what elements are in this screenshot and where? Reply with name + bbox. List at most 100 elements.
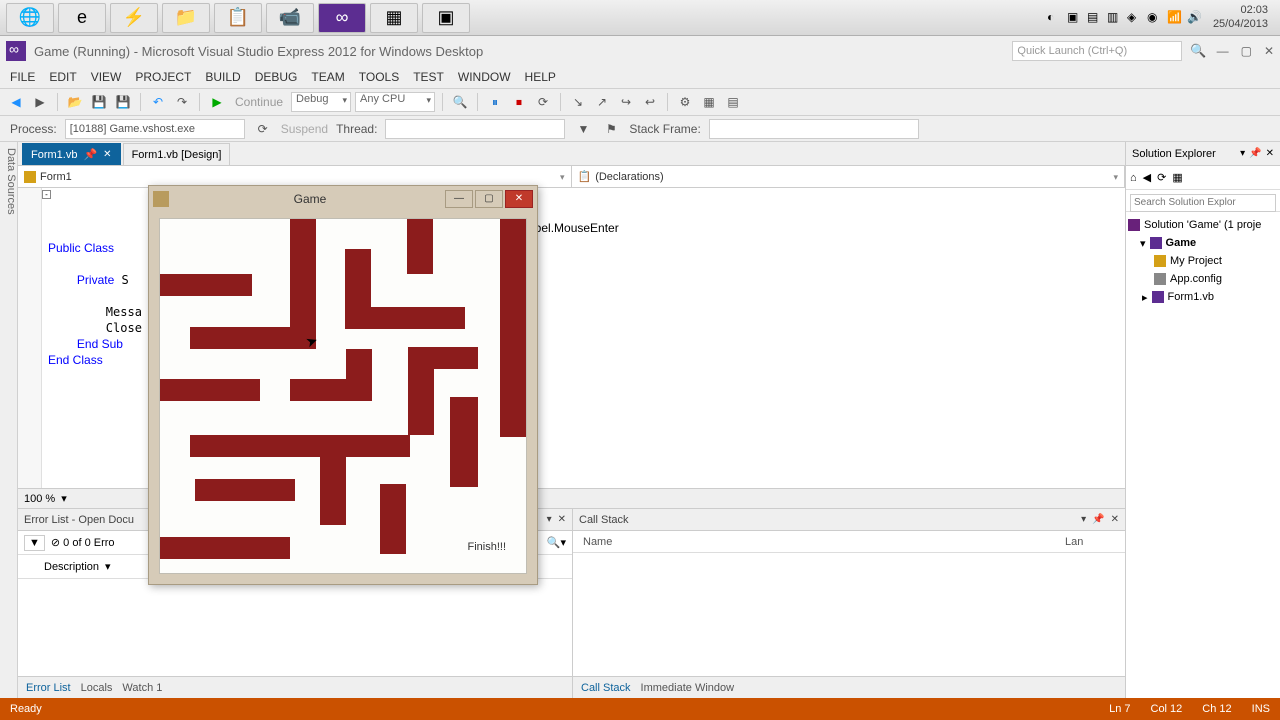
tray-clock[interactable]: 02:03 25/04/2013: [1213, 4, 1268, 30]
maze-wall[interactable]: [195, 479, 295, 501]
step-icon[interactable]: ↘: [568, 92, 588, 112]
tray-icon[interactable]: ▤: [1087, 10, 1103, 26]
tab-immediate[interactable]: Immediate Window: [641, 682, 735, 694]
close-icon[interactable]: ✕: [558, 514, 566, 525]
tray-icon[interactable]: ▥: [1107, 10, 1123, 26]
flag-icon[interactable]: ⚑: [601, 119, 621, 139]
expand-icon[interactable]: ▸: [1142, 291, 1148, 304]
platform-combo[interactable]: Any CPU: [355, 92, 435, 112]
minimize-button[interactable]: —: [445, 190, 473, 208]
taskbar-notes-icon[interactable]: 📋: [214, 3, 262, 33]
dropdown-icon[interactable]: ▾: [547, 514, 552, 525]
maze-wall[interactable]: [500, 219, 526, 437]
class-combo-left[interactable]: Form1: [18, 166, 572, 187]
taskbar-chrome-icon[interactable]: 🌐: [6, 3, 54, 33]
process-combo[interactable]: [10188] Game.vshost.exe: [65, 119, 245, 139]
restart-icon[interactable]: ⟳: [533, 92, 553, 112]
game-titlebar[interactable]: Game — ▢ ✕: [149, 186, 537, 212]
maximize-button[interactable]: ▢: [1241, 44, 1252, 58]
filter-icon[interactable]: ▼: [24, 535, 45, 551]
search-errors[interactable]: 🔍▾: [547, 536, 566, 549]
finish-label[interactable]: Finish!!!: [467, 541, 506, 553]
stop-icon[interactable]: ⏹: [509, 92, 529, 112]
pause-icon[interactable]: ⏸: [485, 92, 505, 112]
taskbar-vs-icon[interactable]: ∞: [318, 3, 366, 33]
maze-wall[interactable]: [407, 219, 433, 274]
tray-network-icon[interactable]: 📶: [1167, 10, 1183, 26]
menu-build[interactable]: BUILD: [205, 70, 240, 84]
dropdown-icon[interactable]: ▾: [61, 492, 67, 505]
close-button[interactable]: ✕: [1264, 44, 1274, 58]
expand-icon[interactable]: ▾: [1140, 237, 1146, 250]
menu-file[interactable]: FILE: [10, 70, 35, 84]
tool-icon[interactable]: ⚙: [675, 92, 695, 112]
close-icon[interactable]: ✕: [1266, 148, 1274, 159]
quick-launch-input[interactable]: Quick Launch (Ctrl+Q): [1012, 41, 1182, 61]
maze-wall[interactable]: [290, 219, 316, 329]
menu-test[interactable]: TEST: [413, 70, 444, 84]
tray-volume-icon[interactable]: 🔊: [1187, 10, 1203, 26]
pin-icon[interactable]: 📌: [83, 148, 97, 161]
class-combo-right[interactable]: 📋 (Declarations): [572, 166, 1126, 187]
menu-tools[interactable]: TOOLS: [359, 70, 399, 84]
taskbar-game-icon[interactable]: ▣: [422, 3, 470, 33]
maze-wall[interactable]: [160, 537, 290, 559]
zoom-value[interactable]: 100 %: [24, 493, 55, 505]
tray-icon[interactable]: ◐: [1047, 10, 1063, 26]
tray-icon[interactable]: ◈: [1127, 10, 1143, 26]
close-icon[interactable]: ✕: [1111, 514, 1119, 525]
col-name[interactable]: Name: [573, 536, 1065, 548]
menu-edit[interactable]: EDIT: [49, 70, 76, 84]
menu-debug[interactable]: DEBUG: [255, 70, 298, 84]
back-icon[interactable]: ◀: [1143, 171, 1151, 184]
solution-tree[interactable]: Solution 'Game' (1 proje ▾Game My Projec…: [1126, 212, 1280, 698]
menu-help[interactable]: HELP: [525, 70, 556, 84]
maximize-button[interactable]: ▢: [475, 190, 503, 208]
tab-errorlist[interactable]: Error List: [26, 682, 71, 694]
continue-icon[interactable]: ▶: [207, 92, 227, 112]
taskbar-app-icon[interactable]: ▦: [370, 3, 418, 33]
tab-form1-vb[interactable]: Form1.vb 📌 ✕: [22, 143, 121, 165]
find-icon[interactable]: 🔍: [450, 92, 470, 112]
tab-callstack[interactable]: Call Stack: [581, 682, 631, 694]
taskbar-ie-icon[interactable]: e: [58, 3, 106, 33]
dropdown-icon[interactable]: ▾: [105, 560, 111, 573]
undo-icon[interactable]: ↶: [148, 92, 168, 112]
maze-wall[interactable]: [345, 249, 371, 307]
tab-form1-design[interactable]: Form1.vb [Design]: [123, 143, 231, 165]
config-combo[interactable]: Debug: [291, 92, 351, 112]
home-icon[interactable]: ⌂: [1130, 172, 1137, 184]
tray-icon[interactable]: ▣: [1067, 10, 1083, 26]
nav-back-icon[interactable]: ◀: [6, 92, 26, 112]
thread-combo[interactable]: [385, 119, 565, 139]
maze-wall[interactable]: [160, 274, 252, 296]
col-description[interactable]: Description: [24, 561, 99, 573]
menu-project[interactable]: PROJECT: [135, 70, 191, 84]
maze-wall[interactable]: [408, 347, 434, 435]
redo-icon[interactable]: ↷: [172, 92, 192, 112]
stackframe-combo[interactable]: [709, 119, 919, 139]
dropdown-icon[interactable]: ▾: [1081, 514, 1086, 525]
tool-icon[interactable]: ▦: [699, 92, 719, 112]
solution-search-input[interactable]: [1130, 194, 1276, 212]
maze-wall[interactable]: [160, 379, 260, 401]
showall-icon[interactable]: ▦: [1172, 171, 1182, 184]
pin-icon[interactable]: 📌: [1092, 514, 1104, 525]
game-window[interactable]: Game — ▢ ✕ Finish!!! ➤: [148, 185, 538, 585]
step-icon[interactable]: ↩: [640, 92, 660, 112]
minimize-button[interactable]: —: [1217, 44, 1229, 58]
filter-icon[interactable]: ▼: [573, 119, 593, 139]
step-icon[interactable]: ↗: [592, 92, 612, 112]
taskbar-winamp-icon[interactable]: ⚡: [110, 3, 158, 33]
maze-wall[interactable]: [380, 484, 406, 554]
search-icon[interactable]: 🔍: [1190, 43, 1206, 59]
left-toolwindow-tab[interactable]: Data Sources: [0, 142, 18, 698]
maze-wall[interactable]: [346, 349, 372, 401]
maze-wall[interactable]: [190, 435, 410, 457]
maze-wall[interactable]: [320, 435, 346, 525]
tray-icon[interactable]: ◉: [1147, 10, 1163, 26]
tab-locals[interactable]: Locals: [81, 682, 113, 694]
tab-watch1[interactable]: Watch 1: [122, 682, 162, 694]
pin-icon[interactable]: 📌: [1249, 148, 1261, 159]
close-button[interactable]: ✕: [505, 190, 533, 208]
